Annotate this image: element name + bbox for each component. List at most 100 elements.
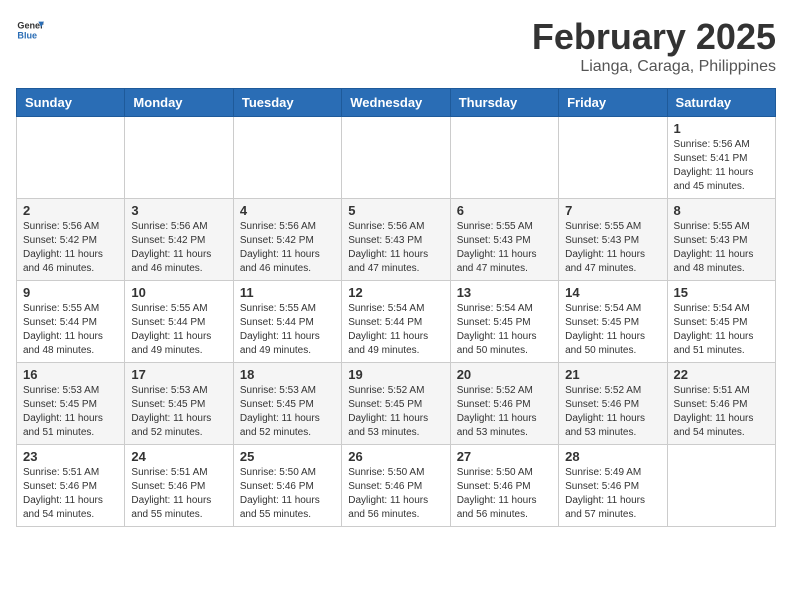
calendar-cell: 27 Sunrise: 5:50 AM Sunset: 5:46 PM Dayli… — [450, 445, 558, 527]
day-info: Sunrise: 5:56 AM Sunset: 5:41 PM Dayligh… — [674, 138, 769, 194]
location-title: Lianga, Caraga, Philippines — [532, 58, 776, 76]
calendar-cell: 2 Sunrise: 5:56 AM Sunset: 5:42 PM Daylig… — [17, 199, 125, 281]
day-info: Sunrise: 5:54 AM Sunset: 5:45 PM Dayligh… — [565, 302, 660, 358]
day-info: Sunrise: 5:55 AM Sunset: 5:43 PM Dayligh… — [457, 220, 552, 276]
calendar-cell: 24 Sunrise: 5:51 AM Sunset: 5:46 PM Dayli… — [125, 445, 233, 527]
calendar-cell: 16 Sunrise: 5:53 AM Sunset: 5:45 PM Dayli… — [17, 363, 125, 445]
day-info: Sunrise: 5:55 AM Sunset: 5:44 PM Dayligh… — [131, 302, 226, 358]
day-number: 18 — [240, 367, 335, 382]
day-number: 17 — [131, 367, 226, 382]
logo: General Blue — [16, 16, 44, 44]
day-number: 14 — [565, 285, 660, 300]
day-number: 15 — [674, 285, 769, 300]
day-info: Sunrise: 5:55 AM Sunset: 5:44 PM Dayligh… — [240, 302, 335, 358]
calendar-cell — [125, 117, 233, 199]
day-info: Sunrise: 5:53 AM Sunset: 5:45 PM Dayligh… — [23, 384, 118, 440]
day-number: 19 — [348, 367, 443, 382]
calendar-cell: 21 Sunrise: 5:52 AM Sunset: 5:46 PM Dayli… — [559, 363, 667, 445]
title-area: February 2025 Lianga, Caraga, Philippine… — [532, 16, 776, 76]
month-title: February 2025 — [532, 16, 776, 58]
weekday-header-friday: Friday — [559, 89, 667, 117]
day-info: Sunrise: 5:52 AM Sunset: 5:46 PM Dayligh… — [457, 384, 552, 440]
calendar-cell: 5 Sunrise: 5:56 AM Sunset: 5:43 PM Daylig… — [342, 199, 450, 281]
calendar-cell: 13 Sunrise: 5:54 AM Sunset: 5:45 PM Dayli… — [450, 281, 558, 363]
day-number: 28 — [565, 449, 660, 464]
svg-text:Blue: Blue — [17, 30, 37, 40]
calendar-cell — [233, 117, 341, 199]
calendar-cell: 12 Sunrise: 5:54 AM Sunset: 5:44 PM Dayli… — [342, 281, 450, 363]
calendar-cell: 18 Sunrise: 5:53 AM Sunset: 5:45 PM Dayli… — [233, 363, 341, 445]
day-number: 12 — [348, 285, 443, 300]
calendar-body: 1Sunrise: 5:56 AM Sunset: 5:41 PM Daylig… — [17, 117, 776, 527]
calendar-cell: 6Sunrise: 5:55 AM Sunset: 5:43 PM Daylig… — [450, 199, 558, 281]
calendar: SundayMondayTuesdayWednesdayThursdayFrid… — [16, 88, 776, 527]
day-info: Sunrise: 5:54 AM Sunset: 5:44 PM Dayligh… — [348, 302, 443, 358]
day-number: 16 — [23, 367, 118, 382]
logo-icon: General Blue — [16, 16, 44, 44]
day-number: 13 — [457, 285, 552, 300]
calendar-week-2: 2 Sunrise: 5:56 AM Sunset: 5:42 PM Daylig… — [17, 199, 776, 281]
day-info: Sunrise: 5:55 AM Sunset: 5:43 PM Dayligh… — [565, 220, 660, 276]
day-info: Sunrise: 5:52 AM Sunset: 5:45 PM Dayligh… — [348, 384, 443, 440]
calendar-cell — [342, 117, 450, 199]
day-number: 10 — [131, 285, 226, 300]
day-info: Sunrise: 5:50 AM Sunset: 5:46 PM Dayligh… — [457, 466, 552, 522]
calendar-cell: 10 Sunrise: 5:55 AM Sunset: 5:44 PM Dayli… — [125, 281, 233, 363]
day-info: Sunrise: 5:51 AM Sunset: 5:46 PM Dayligh… — [131, 466, 226, 522]
weekday-row: SundayMondayTuesdayWednesdayThursdayFrid… — [17, 89, 776, 117]
day-number: 4 — [240, 203, 335, 218]
day-info: Sunrise: 5:56 AM Sunset: 5:43 PM Dayligh… — [348, 220, 443, 276]
day-number: 2 — [23, 203, 118, 218]
calendar-cell: 4 Sunrise: 5:56 AM Sunset: 5:42 PM Daylig… — [233, 199, 341, 281]
day-number: 26 — [348, 449, 443, 464]
day-info: Sunrise: 5:56 AM Sunset: 5:42 PM Dayligh… — [240, 220, 335, 276]
day-number: 3 — [131, 203, 226, 218]
weekday-header-tuesday: Tuesday — [233, 89, 341, 117]
day-info: Sunrise: 5:53 AM Sunset: 5:45 PM Dayligh… — [240, 384, 335, 440]
day-number: 11 — [240, 285, 335, 300]
calendar-cell: 11 Sunrise: 5:55 AM Sunset: 5:44 PM Dayli… — [233, 281, 341, 363]
calendar-cell — [559, 117, 667, 199]
calendar-cell: 19 Sunrise: 5:52 AM Sunset: 5:45 PM Dayli… — [342, 363, 450, 445]
calendar-cell: 8 Sunrise: 5:55 AM Sunset: 5:43 PM Daylig… — [667, 199, 775, 281]
calendar-cell: 14 Sunrise: 5:54 AM Sunset: 5:45 PM Dayli… — [559, 281, 667, 363]
day-number: 24 — [131, 449, 226, 464]
calendar-cell: 7 Sunrise: 5:55 AM Sunset: 5:43 PM Daylig… — [559, 199, 667, 281]
calendar-week-1: 1Sunrise: 5:56 AM Sunset: 5:41 PM Daylig… — [17, 117, 776, 199]
calendar-header: SundayMondayTuesdayWednesdayThursdayFrid… — [17, 89, 776, 117]
day-info: Sunrise: 5:54 AM Sunset: 5:45 PM Dayligh… — [674, 302, 769, 358]
weekday-header-sunday: Sunday — [17, 89, 125, 117]
calendar-cell: 23Sunrise: 5:51 AM Sunset: 5:46 PM Dayli… — [17, 445, 125, 527]
weekday-header-thursday: Thursday — [450, 89, 558, 117]
calendar-cell — [667, 445, 775, 527]
day-number: 20 — [457, 367, 552, 382]
day-info: Sunrise: 5:51 AM Sunset: 5:46 PM Dayligh… — [674, 384, 769, 440]
day-info: Sunrise: 5:52 AM Sunset: 5:46 PM Dayligh… — [565, 384, 660, 440]
calendar-cell: 22 Sunrise: 5:51 AM Sunset: 5:46 PM Dayli… — [667, 363, 775, 445]
day-info: Sunrise: 5:50 AM Sunset: 5:46 PM Dayligh… — [348, 466, 443, 522]
calendar-cell: 1Sunrise: 5:56 AM Sunset: 5:41 PM Daylig… — [667, 117, 775, 199]
calendar-cell: 25Sunrise: 5:50 AM Sunset: 5:46 PM Dayli… — [233, 445, 341, 527]
day-number: 25 — [240, 449, 335, 464]
day-number: 22 — [674, 367, 769, 382]
day-number: 7 — [565, 203, 660, 218]
day-info: Sunrise: 5:54 AM Sunset: 5:45 PM Dayligh… — [457, 302, 552, 358]
calendar-week-5: 23Sunrise: 5:51 AM Sunset: 5:46 PM Dayli… — [17, 445, 776, 527]
day-info: Sunrise: 5:51 AM Sunset: 5:46 PM Dayligh… — [23, 466, 118, 522]
calendar-cell: 15 Sunrise: 5:54 AM Sunset: 5:45 PM Dayli… — [667, 281, 775, 363]
calendar-week-4: 16 Sunrise: 5:53 AM Sunset: 5:45 PM Dayli… — [17, 363, 776, 445]
day-number: 27 — [457, 449, 552, 464]
day-info: Sunrise: 5:55 AM Sunset: 5:43 PM Dayligh… — [674, 220, 769, 276]
calendar-cell: 9Sunrise: 5:55 AM Sunset: 5:44 PM Daylig… — [17, 281, 125, 363]
weekday-header-wednesday: Wednesday — [342, 89, 450, 117]
day-number: 8 — [674, 203, 769, 218]
day-info: Sunrise: 5:56 AM Sunset: 5:42 PM Dayligh… — [23, 220, 118, 276]
calendar-cell: 20 Sunrise: 5:52 AM Sunset: 5:46 PM Dayli… — [450, 363, 558, 445]
calendar-cell: 26 Sunrise: 5:50 AM Sunset: 5:46 PM Dayli… — [342, 445, 450, 527]
day-info: Sunrise: 5:49 AM Sunset: 5:46 PM Dayligh… — [565, 466, 660, 522]
day-number: 9 — [23, 285, 118, 300]
calendar-cell — [450, 117, 558, 199]
day-number: 5 — [348, 203, 443, 218]
calendar-cell — [17, 117, 125, 199]
day-number: 21 — [565, 367, 660, 382]
